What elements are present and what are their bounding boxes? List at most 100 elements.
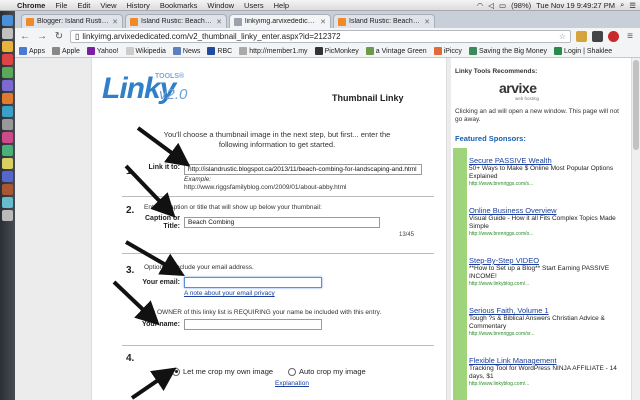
bookmarks-bar: Apps Apple Yahoo! Wikipedia News RBC htt… xyxy=(15,45,640,58)
notification-icon[interactable]: ☰ xyxy=(629,1,636,10)
menu-edit[interactable]: Edit xyxy=(72,1,95,10)
dock-app-icon[interactable] xyxy=(2,184,13,195)
dock-app-icon[interactable] xyxy=(2,145,13,156)
wifi-icon[interactable]: ◠ xyxy=(477,1,484,10)
tab-linkyimg[interactable]: linkyimg.arvixededicated.c ✕ xyxy=(229,14,331,28)
address-bar[interactable]: ▯ linkyimg.arvixededicated.com/v2_thumbn… xyxy=(70,30,571,43)
menu-app[interactable]: Chrome xyxy=(12,1,50,10)
tab-island-rustic[interactable]: Island Rustic: Beach Comb ✕ xyxy=(125,14,227,28)
apple-icon xyxy=(51,47,60,55)
caption-input[interactable]: Beach Combing xyxy=(184,217,380,228)
ad-title[interactable]: Serious Faith, Volume 1 xyxy=(469,306,629,315)
dock-app-icon[interactable] xyxy=(2,106,13,117)
bookmark-news[interactable]: News xyxy=(172,47,200,55)
dock-app-icon[interactable] xyxy=(2,210,13,221)
bookmark-member1[interactable]: http://member1.my xyxy=(239,47,308,55)
email-privacy-link[interactable]: A note about your email privacy xyxy=(184,290,275,297)
link-input[interactable]: http://islandrustic.blogspot.ca/2013/11/… xyxy=(184,164,422,175)
back-icon[interactable]: ← xyxy=(19,31,31,43)
close-icon[interactable]: ✕ xyxy=(320,18,326,26)
dock-app-icon[interactable] xyxy=(2,41,13,52)
ad-item[interactable]: Flexible Link Management Tracking Tool f… xyxy=(469,356,629,387)
ad-title[interactable]: Flexible Link Management xyxy=(469,356,629,365)
tab-blogger[interactable]: Blogger: Island Rustic - A ✕ xyxy=(21,14,123,28)
bookmark-picmonkey[interactable]: PicMonkey xyxy=(314,47,359,55)
explanation-link[interactable]: Explanation xyxy=(275,380,309,387)
ad-url: http://www.brenriggs.com/s... xyxy=(469,181,534,187)
address-url: linkyimg.arvixededicated.com/v2_thumbnai… xyxy=(82,32,341,41)
ad-note: Clicking an ad will open a new window. T… xyxy=(455,108,619,123)
spotlight-icon[interactable]: ⌕ xyxy=(620,0,624,10)
pinterest-icon[interactable] xyxy=(608,31,619,42)
menu-users[interactable]: Users xyxy=(239,1,269,10)
reload-icon[interactable]: ↻ xyxy=(53,31,65,43)
linky-form: Linky TOOLS® v2.0 Thumbnail Linky You'll… xyxy=(91,58,447,400)
email-input[interactable] xyxy=(184,277,322,288)
dock-app-icon[interactable] xyxy=(2,197,13,208)
example-label: Example: xyxy=(184,176,212,183)
dock-app-icon[interactable] xyxy=(2,80,13,91)
ad-title[interactable]: Secure PASSIVE Wealth xyxy=(469,156,629,165)
battery-percent: (98%) xyxy=(511,0,532,10)
menu-history[interactable]: History xyxy=(122,1,155,10)
page-title: Thumbnail Linky xyxy=(332,93,404,103)
dock-app-icon[interactable] xyxy=(2,15,13,26)
bookmark-rbc[interactable]: RBC xyxy=(207,47,232,55)
ad-body: Visual Guide - How it all Fits Complex T… xyxy=(469,215,616,230)
bookmark-ipiccy[interactable]: iPiccy xyxy=(433,47,462,55)
menu-help[interactable]: Help xyxy=(269,1,294,10)
sponsor-sidebar: Linky Tools Recommends: arvixe web hosti… xyxy=(451,58,631,400)
dock-app-icon[interactable] xyxy=(2,158,13,169)
battery-icon[interactable]: ▭ xyxy=(499,1,506,10)
ad-item[interactable]: Step-By-Step VIDEO **How to Set up a Blo… xyxy=(469,256,629,287)
scrollbar-thumb[interactable] xyxy=(633,60,639,150)
bookmark-yahoo[interactable]: Yahoo! xyxy=(86,47,119,55)
ad-item[interactable]: Serious Faith, Volume 1 Tough ?s & Bibli… xyxy=(469,306,629,337)
extension-icon[interactable] xyxy=(576,31,587,42)
tab-island-rustic-2[interactable]: Island Rustic: Beach Comb ✕ xyxy=(333,14,435,28)
radio-selected[interactable] xyxy=(172,367,180,376)
bookmark-apps[interactable]: Apps xyxy=(19,47,45,55)
page-margin xyxy=(15,58,91,400)
menu-window[interactable]: Window xyxy=(202,1,239,10)
close-icon[interactable]: ✕ xyxy=(216,18,222,26)
email-intro: Optionally include your email address. xyxy=(144,264,254,271)
scrollbar[interactable] xyxy=(631,58,640,400)
ad-item[interactable]: Secure PASSIVE Wealth 50+ Ways to Make $… xyxy=(469,156,629,187)
bookmark-vintage-green[interactable]: a Vintage Green xyxy=(365,47,427,55)
clock[interactable]: Tue Nov 19 9:49:27 PM xyxy=(536,1,615,10)
ad-title[interactable]: Online Business Overview xyxy=(469,206,629,215)
arvixe-logo[interactable]: arvixe xyxy=(499,80,537,96)
bookmark-wikipedia[interactable]: Wikipedia xyxy=(125,47,166,55)
page-icon xyxy=(239,47,248,55)
example-block: Example: http://www.riggsfamilyblog.com/… xyxy=(184,176,346,192)
radio-unselected[interactable] xyxy=(288,367,296,376)
bookmark-shaklee[interactable]: Login | Shaklee xyxy=(554,47,612,55)
menu-bookmarks[interactable]: Bookmarks xyxy=(155,1,203,10)
dock-app-icon[interactable] xyxy=(2,67,13,78)
name-input[interactable] xyxy=(184,319,322,330)
ad-item[interactable]: Online Business Overview Visual Guide - … xyxy=(469,206,629,237)
dock-app-icon[interactable] xyxy=(2,28,13,39)
dock-app-icon[interactable] xyxy=(2,171,13,182)
dock-app-icon[interactable] xyxy=(2,54,13,65)
ad-title[interactable]: Step-By-Step VIDEO xyxy=(469,256,629,265)
dock-app-icon[interactable] xyxy=(2,119,13,130)
extension-icon[interactable] xyxy=(592,31,603,42)
dock-app-icon[interactable] xyxy=(2,93,13,104)
auto-crop-option[interactable]: Auto crop my image xyxy=(288,367,366,376)
crop-own-option[interactable]: Let me crop my own image xyxy=(172,367,273,376)
page-icon xyxy=(234,17,242,26)
bookmark-saving-big-money[interactable]: Saving the Big Money xyxy=(468,47,547,55)
dock-app-icon[interactable] xyxy=(2,132,13,143)
menu-view[interactable]: View xyxy=(95,1,121,10)
bookmark-apple[interactable]: Apple xyxy=(51,47,80,55)
close-icon[interactable]: ✕ xyxy=(424,18,430,26)
volume-icon[interactable]: ◁ xyxy=(488,1,494,10)
menu-file[interactable]: File xyxy=(50,1,72,10)
ad-url: http://www.brenriggs.com/sr... xyxy=(469,331,535,337)
forward-icon[interactable]: → xyxy=(36,31,48,43)
menu-icon[interactable]: ≡ xyxy=(624,31,636,43)
bookmark-star-icon[interactable]: ☆ xyxy=(559,32,566,41)
close-icon[interactable]: ✕ xyxy=(112,18,118,26)
